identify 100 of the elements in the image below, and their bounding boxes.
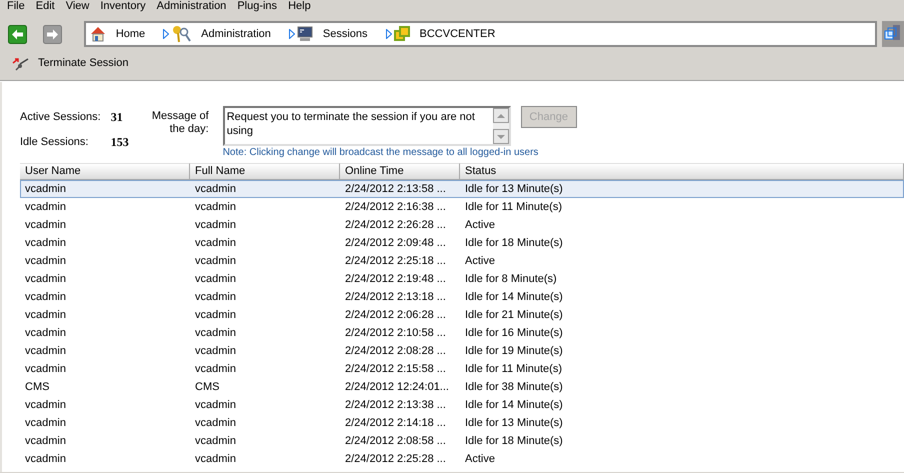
monitor-icon [296,26,313,42]
table-cell-text: vcadmin [194,182,237,197]
table-cell-text: 2/24/2012 2:15:58 ... [344,362,447,377]
table-cell-text: vcadmin [24,398,67,413]
menu-item[interactable]: Help [288,1,311,12]
column-header[interactable]: User Name [20,163,190,180]
idle-sessions-label: Idle Sessions: [20,135,90,150]
table-row[interactable]: vcadmin vcadmin 2/24/2012 2:25:18 ... Active [20,252,904,270]
menu-item[interactable]: Plug-ins [237,1,278,12]
chevron-icon [163,29,170,39]
table-cell-text: vcadmin [194,308,237,323]
table-cell-text: 2/24/2012 2:13:18 ... [344,290,447,305]
table-cell-text: 2/24/2012 2:08:58 ... [344,434,447,449]
table-cell-text: vcadmin [194,200,237,215]
table-row[interactable]: vcadmin vcadmin 2/24/2012 2:08:28 ... Idle for 19 Minute(s) [20,342,904,360]
table-cell-text: vcadmin [24,308,67,323]
table-row[interactable]: vcadmin vcadmin 2/24/2012 2:06:28 ... Idle for 21 Minute(s) [20,306,904,324]
table-cell-text: Idle for 18 Minute(s) [464,434,564,449]
table-cell-text: Active [464,452,496,467]
table-cell-text: vcadmin [24,200,67,215]
menu-item[interactable]: Administration [156,1,226,12]
table-row[interactable]: vcadmin vcadmin 2/24/2012 2:13:18 ... Idle for 14 Minute(s) [20,288,904,306]
table-row[interactable]: CMS CMS 2/24/2012 12:24:01... Idle for 38 Minute(s) [20,378,904,396]
table-cell-text: CMS [24,380,50,395]
table-cell-text: Active [464,218,496,233]
table-cell-text: vcadmin [24,290,67,305]
table-cell-text: Idle for 11 Minute(s) [464,200,564,215]
column-header[interactable]: Online Time [340,163,460,180]
column-header[interactable]: Full Name [190,163,340,180]
table-row[interactable]: vcadmin vcadmin 2/24/2012 2:10:58 ... Idle for 16 Minute(s) [20,324,904,342]
table-cell-text: vcadmin [24,452,67,467]
menu-item[interactable]: Inventory [100,1,146,12]
table-cell-text: 2/24/2012 2:10:58 ... [344,326,447,341]
table-cell-text: vcadmin [24,272,67,287]
terminate-session-button[interactable]: Terminate Session [12,54,128,72]
table-cell-text: Idle for 19 Minute(s) [464,344,564,359]
table-cell-text: Idle for 14 Minute(s) [464,290,564,305]
table-cell-text: 2/24/2012 2:14:18 ... [344,416,447,431]
menu-item[interactable]: Edit [36,1,55,12]
breadcrumb-link[interactable]: Sessions [322,26,368,42]
table-cell-text: Idle for 14 Minute(s) [464,398,564,413]
table-row[interactable]: vcadmin vcadmin 2/24/2012 2:26:28 ... Active [20,216,904,234]
table-cell-text: vcadmin [194,326,237,341]
table-cell-text: vcadmin [24,254,67,269]
table-cell-text: vcadmin [24,236,67,251]
table-row[interactable]: vcadmin vcadmin 2/24/2012 2:15:58 ... Idle for 11 Minute(s) [20,360,904,378]
table-row[interactable]: vcadmin vcadmin 2/24/2012 2:09:48 ... Idle for 18 Minute(s) [20,234,904,252]
table-cell-text: vcadmin [194,290,237,305]
table-cell-text: CMS [194,380,220,395]
menu-item[interactable]: File [7,1,25,12]
table-cell-text: vcadmin [194,434,237,449]
table-cell-text: Idle for 38 Minute(s) [464,380,564,395]
chevron-icon [288,29,295,39]
table-cell-text: vcadmin [194,398,237,413]
table-cell-text: 2/24/2012 2:16:38 ... [344,200,447,215]
message-label: the day: [170,123,209,136]
keys-icon [171,25,192,43]
breadcrumb-link[interactable]: Home [116,26,146,42]
table-cell-text: 2/24/2012 12:24:01... [344,380,450,395]
table-cell-text: vcadmin [24,344,67,359]
table-cell-text: Idle for 13 Minute(s) [464,416,564,431]
scrollbar[interactable] [492,108,509,144]
menu-item[interactable]: View [66,1,90,12]
table-cell-text: vcadmin [24,434,67,449]
table-cell-text: 2/24/2012 2:25:28 ... [344,452,447,467]
table-row[interactable]: vcadmin vcadmin 2/24/2012 2:13:38 ... Idle for 14 Minute(s) [20,396,904,414]
table-cell-text: Idle for 11 Minute(s) [464,362,564,377]
table-cell-text: Idle for 8 Minute(s) [464,272,558,287]
table-cell-text: vcadmin [24,416,67,431]
table-cell-text: 2/24/2012 2:19:48 ... [344,272,447,287]
table-cell-text: 2/24/2012 2:08:28 ... [344,344,447,359]
table-cell-text: vcadmin [24,182,67,197]
table-cell-text: Idle for 21 Minute(s) [464,308,564,323]
table-cell-text: Idle for 18 Minute(s) [464,236,564,251]
table-row[interactable]: vcadmin vcadmin 2/24/2012 2:25:28 ... Active [20,450,904,468]
table-row[interactable]: vcadmin vcadmin 2/24/2012 2:08:58 ... Idle for 18 Minute(s) [20,432,904,450]
idle-sessions-count: 153 [110,134,129,151]
active-sessions-count: 31 [110,109,124,126]
breadcrumb-link[interactable]: BCCVCENTER [420,26,496,42]
squares-icon [394,26,410,42]
table-row[interactable]: vcadmin vcadmin 2/24/2012 2:14:18 ... Idle for 13 Minute(s) [20,414,904,432]
message-field[interactable]: Request you to terminate the session if you are not using [222,106,511,146]
table-cell-text: 2/24/2012 2:25:18 ... [344,254,447,269]
table-cell-text: Active [464,254,496,269]
column-header[interactable]: Status [460,163,904,180]
table-row[interactable]: vcadmin vcadmin 2/24/2012 2:16:38 ... Idle for 11 Minute(s) [20,198,904,216]
message-label: Message of [152,110,209,123]
table-cell-text: vcadmin [194,452,237,467]
table-row[interactable]: vcadmin vcadmin 2/24/2012 2:19:48 ... Idle for 8 Minute(s) [20,270,904,288]
chevron-icon [386,29,392,39]
table-cell-text: vcadmin [24,218,67,233]
house-icon [90,26,106,42]
table-cell-text: vcadmin [24,326,67,341]
table-row[interactable]: vcadmin vcadmin 2/24/2012 2:13:58 ... Idle for 13 Minute(s) [20,180,904,198]
table-cell-text: vcadmin [24,362,67,377]
active-sessions-label: Active Sessions: [20,110,101,125]
servers-icon[interactable] [882,21,904,47]
breadcrumb-link[interactable]: Administration [201,26,271,42]
table-cell-text: Idle for 16 Minute(s) [464,326,564,341]
table-cell-text: 2/24/2012 2:13:58 ... [344,182,447,197]
